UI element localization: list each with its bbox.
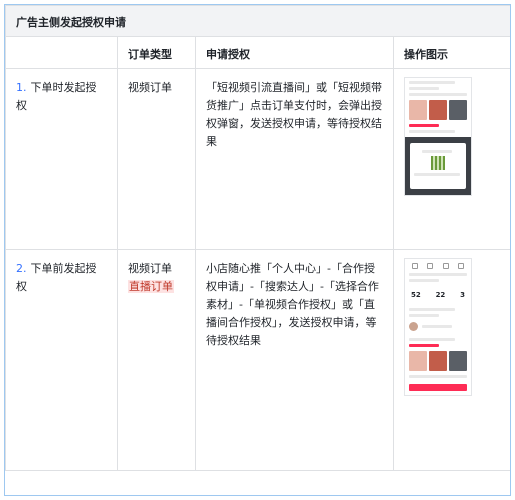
header-figure: 操作图示 <box>393 36 510 69</box>
order-type-text: 视频订单 <box>128 81 172 94</box>
phone-screenshot-1 <box>404 77 472 196</box>
table-row: 1. 下单时发起授权 视频订单 「短视频引流直播间」或「短视频带货推广」点击订单支… <box>5 68 510 250</box>
order-type-cell: 视频订单 直播订单 <box>117 249 196 471</box>
header-row: 订单类型 申请授权 操作图示 <box>5 36 510 69</box>
description-text: 小店随心推「个人中心」-「合作授权申请」-「搜索达人」-「选择合作素材」-「单视… <box>206 262 379 347</box>
authorization-table: 广告主侧发起授权申请 订单类型 申请授权 操作图示 1. 下单时发起授权 视频订单… <box>5 5 510 471</box>
submit-button-preview <box>409 384 467 391</box>
stat-value: 3 <box>460 291 465 299</box>
stats-row: 52 22 3 <box>411 286 465 304</box>
scenario-cell: 1. 下单时发起授权 <box>5 68 118 250</box>
header-apply: 申请授权 <box>195 36 394 69</box>
phone-screenshot-2: 52 22 3 <box>404 258 472 396</box>
description-text: 「短视频引流直播间」或「短视频带货推广」点击订单支付时，会弹出授权弹窗，发送授权… <box>206 81 382 148</box>
row-number: 1. <box>16 81 27 94</box>
order-type-highlight: 直播订单 <box>128 280 174 293</box>
figure-cell <box>393 68 510 250</box>
stat-value: 52 <box>411 291 421 299</box>
scenario-text: 下单时发起授权 <box>16 81 97 112</box>
description-cell: 小店随心推「个人中心」-「合作授权申请」-「搜索达人」-「选择合作素材」-「单视… <box>195 249 394 471</box>
row-number: 2. <box>16 262 27 275</box>
scenario-cell: 2. 下单前发起授权 <box>5 249 118 471</box>
header-order-type: 订单类型 <box>117 36 196 69</box>
section-title: 广告主侧发起授权申请 <box>5 5 510 37</box>
header-empty <box>5 36 118 69</box>
qr-code-icon <box>431 156 445 170</box>
table-row: 2. 下单前发起授权 视频订单 直播订单 小店随心推「个人中心」-「合作授权申请」… <box>5 249 510 471</box>
avatar <box>409 321 418 331</box>
stat-value: 22 <box>435 291 446 299</box>
order-type-text: 视频订单 <box>128 262 172 275</box>
description-cell: 「短视频引流直播间」或「短视频带货推广」点击订单支付时，会弹出授权弹窗，发送授权… <box>195 68 394 250</box>
scenario-text: 下单前发起授权 <box>16 262 97 293</box>
order-type-cell: 视频订单 <box>117 68 196 250</box>
section-title-row: 广告主侧发起授权申请 <box>5 5 510 37</box>
figure-cell: 52 22 3 <box>393 249 510 471</box>
document-frame: 广告主侧发起授权申请 订单类型 申请授权 操作图示 1. 下单时发起授权 视频订单… <box>4 4 511 496</box>
